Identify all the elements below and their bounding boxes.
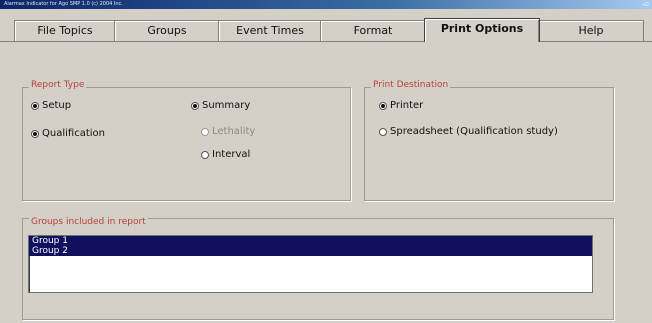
print-destination-group: Print Destination Printer Spreadsheet (Q… [364,80,614,201]
setup-label: Setup [42,100,72,111]
interval-radio[interactable]: Interval [201,149,250,160]
tab-help[interactable]: Help [538,20,644,41]
tab-file-topics[interactable]: File Topics [14,20,116,41]
interval-radio-indicator[interactable] [201,150,209,159]
groups-listbox[interactable]: Group 1 Group 2 [28,235,593,293]
tab-format[interactable]: Format [320,20,426,41]
window-controls[interactable]: –▫ [642,0,649,9]
lethality-label: Lethality [212,126,256,137]
printer-radio-indicator[interactable] [379,101,387,110]
tab-print-options[interactable]: Print Options [424,18,540,42]
tab-event-times[interactable]: Event Times [218,20,322,41]
setup-radio[interactable]: Setup [31,100,71,111]
setup-radio-indicator[interactable] [31,101,39,110]
spreadsheet-label: Spreadsheet (Qualification study) [390,126,558,137]
window-title: Alarmax Indicator for Ago SMP 1.0 (c) 20… [4,1,123,7]
qualification-label: Qualification [42,128,105,139]
groups-included-legend: Groups included in report [29,217,148,227]
title-bar: Alarmax Indicator for Ago SMP 1.0 (c) 20… [0,0,652,9]
report-type-group: Report Type Setup Qualification Summary … [22,80,351,201]
summary-radio-indicator[interactable] [191,101,199,110]
lethality-radio-indicator [201,127,209,136]
report-type-legend: Report Type [29,80,87,90]
tab-bar: File Topics Groups Event Times Format Pr… [0,9,652,42]
print-destination-legend: Print Destination [371,80,451,90]
summary-label: Summary [202,100,251,111]
lethality-radio: Lethality [201,126,255,137]
tab-groups[interactable]: Groups [114,20,220,41]
qualification-radio-indicator[interactable] [31,129,39,138]
spreadsheet-radio-indicator[interactable] [379,127,387,136]
summary-radio[interactable]: Summary [191,100,250,111]
list-item-group-1[interactable]: Group 1 [29,236,592,246]
spreadsheet-radio[interactable]: Spreadsheet (Qualification study) [379,126,558,137]
qualification-radio[interactable]: Qualification [31,128,105,139]
interval-label: Interval [212,149,251,160]
printer-radio[interactable]: Printer [379,100,423,111]
printer-label: Printer [390,100,424,111]
list-item-group-2[interactable]: Group 2 [29,246,592,256]
